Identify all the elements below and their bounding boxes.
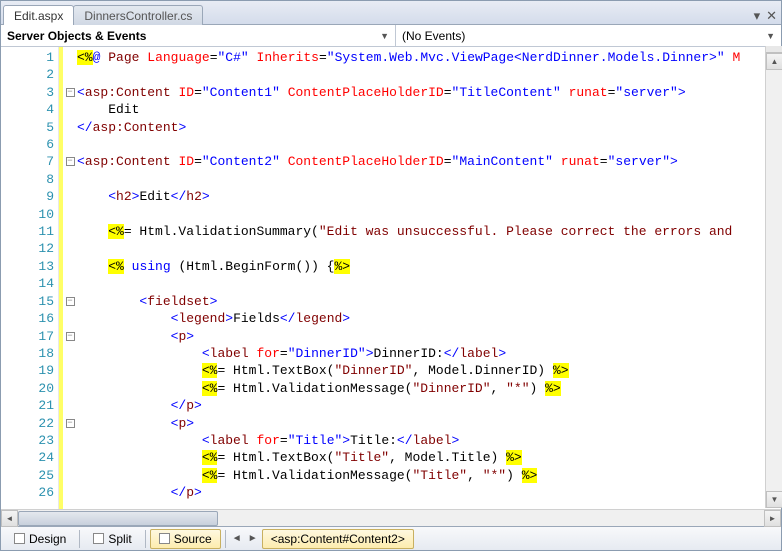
server-objects-label: Server Objects & Events (7, 29, 146, 43)
scroll-right-button[interactable]: ► (764, 510, 781, 527)
source-view-button[interactable]: Source (150, 529, 221, 549)
separator (79, 530, 80, 548)
tab-bar: Edit.aspx DinnersController.cs ▾ ✕ (1, 1, 781, 25)
window-position-icon[interactable]: ▾ (754, 8, 761, 24)
line-number-gutter: 1234567891011121314151617181920212223242… (1, 47, 59, 509)
events-label: (No Events) (402, 29, 465, 43)
breadcrumb-path[interactable]: <asp:Content#Content2> (262, 529, 414, 549)
separator (145, 530, 146, 548)
design-view-button[interactable]: Design (5, 529, 75, 549)
close-icon[interactable]: ✕ (766, 8, 777, 24)
scroll-up-button[interactable]: ▲ (766, 53, 782, 70)
separator (225, 530, 226, 548)
split-icon (93, 533, 104, 544)
scroll-thumb[interactable] (18, 511, 218, 526)
splitter-handle[interactable] (766, 46, 782, 53)
breadcrumb-next[interactable]: ► (246, 530, 260, 548)
source-icon (159, 533, 170, 544)
breadcrumb-prev[interactable]: ◄ (230, 530, 244, 548)
vertical-scrollbar[interactable]: ▲ ▼ (765, 46, 782, 508)
split-view-button[interactable]: Split (84, 529, 140, 549)
fold-column: − − − − − (63, 47, 77, 509)
code-editor[interactable]: 1234567891011121314151617181920212223242… (1, 47, 781, 509)
design-icon (14, 533, 25, 544)
chevron-down-icon: ▼ (766, 31, 775, 41)
view-switcher-bar: Design Split Source ◄ ► <asp:Content#Con… (1, 526, 781, 550)
code-area[interactable]: <%@ Page Language="C#" Inherits="System.… (77, 47, 781, 509)
events-dropdown[interactable]: (No Events) ▼ (396, 25, 781, 46)
object-event-bar: Server Objects & Events ▼ (No Events) ▼ (1, 25, 781, 47)
scroll-left-button[interactable]: ◄ (1, 510, 18, 527)
horizontal-scrollbar[interactable]: ◄ ► (1, 509, 781, 526)
tab-edit-aspx[interactable]: Edit.aspx (3, 5, 74, 25)
tab-dinners-controller[interactable]: DinnersController.cs (73, 5, 203, 25)
chevron-down-icon: ▼ (380, 31, 389, 41)
server-objects-dropdown[interactable]: Server Objects & Events ▼ (1, 25, 396, 46)
scroll-down-button[interactable]: ▼ (766, 491, 782, 508)
